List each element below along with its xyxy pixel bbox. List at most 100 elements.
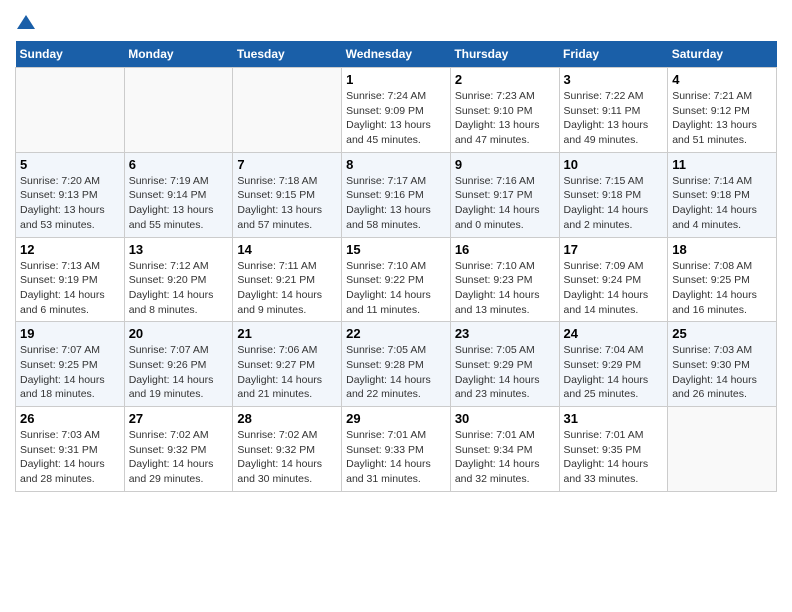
weekday-header-friday: Friday bbox=[559, 41, 668, 68]
day-number: 18 bbox=[672, 242, 772, 257]
day-info: Sunrise: 7:12 AMSunset: 9:20 PMDaylight:… bbox=[129, 259, 229, 318]
day-number: 1 bbox=[346, 72, 446, 87]
day-number: 9 bbox=[455, 157, 555, 172]
weekday-header-tuesday: Tuesday bbox=[233, 41, 342, 68]
calendar-cell: 1Sunrise: 7:24 AMSunset: 9:09 PMDaylight… bbox=[342, 68, 451, 153]
calendar-cell bbox=[668, 407, 777, 492]
calendar-week-row: 1Sunrise: 7:24 AMSunset: 9:09 PMDaylight… bbox=[16, 68, 777, 153]
day-number: 28 bbox=[237, 411, 337, 426]
day-number: 10 bbox=[564, 157, 664, 172]
day-info: Sunrise: 7:19 AMSunset: 9:14 PMDaylight:… bbox=[129, 174, 229, 233]
day-info: Sunrise: 7:01 AMSunset: 9:33 PMDaylight:… bbox=[346, 428, 446, 487]
day-number: 29 bbox=[346, 411, 446, 426]
calendar-cell: 4Sunrise: 7:21 AMSunset: 9:12 PMDaylight… bbox=[668, 68, 777, 153]
calendar-cell: 22 Sunrise: 7:05 AMSunset: 9:28 PMDayligh… bbox=[342, 322, 451, 407]
day-number: 6 bbox=[129, 157, 229, 172]
calendar-cell: 7 Sunrise: 7:18 AMSunset: 9:15 PMDaylight… bbox=[233, 152, 342, 237]
calendar-cell: 6 Sunrise: 7:19 AMSunset: 9:14 PMDaylight… bbox=[124, 152, 233, 237]
calendar-cell: 23Sunrise: 7:05 AMSunset: 9:29 PMDayligh… bbox=[450, 322, 559, 407]
logo-icon bbox=[17, 13, 35, 31]
day-number: 22 bbox=[346, 326, 446, 341]
page-header bbox=[15, 15, 777, 31]
calendar-week-row: 19 Sunrise: 7:07 AMSunset: 9:25 PMDayligh… bbox=[16, 322, 777, 407]
day-info: Sunrise: 7:17 AMSunset: 9:16 PMDaylight:… bbox=[346, 174, 446, 233]
calendar-cell: 11 Sunrise: 7:14 AMSunset: 9:18 PMDayligh… bbox=[668, 152, 777, 237]
calendar-table: SundayMondayTuesdayWednesdayThursdayFrid… bbox=[15, 41, 777, 492]
calendar-cell: 18 Sunrise: 7:08 AMSunset: 9:25 PMDayligh… bbox=[668, 237, 777, 322]
day-number: 8 bbox=[346, 157, 446, 172]
calendar-cell: 26 Sunrise: 7:03 AMSunset: 9:31 PMDayligh… bbox=[16, 407, 125, 492]
calendar-cell: 9 Sunrise: 7:16 AMSunset: 9:17 PMDaylight… bbox=[450, 152, 559, 237]
day-info: Sunrise: 7:14 AMSunset: 9:18 PMDaylight:… bbox=[672, 174, 772, 233]
day-info: Sunrise: 7:02 AMSunset: 9:32 PMDaylight:… bbox=[237, 428, 337, 487]
day-number: 27 bbox=[129, 411, 229, 426]
day-number: 23 bbox=[455, 326, 555, 341]
day-number: 19 bbox=[20, 326, 120, 341]
calendar-cell bbox=[124, 68, 233, 153]
day-info: Sunrise: 7:07 AMSunset: 9:26 PMDaylight:… bbox=[129, 343, 229, 402]
day-number: 25 bbox=[672, 326, 772, 341]
day-info: Sunrise: 7:06 AMSunset: 9:27 PMDaylight:… bbox=[237, 343, 337, 402]
day-number: 14 bbox=[237, 242, 337, 257]
weekday-header-monday: Monday bbox=[124, 41, 233, 68]
calendar-cell: 14 Sunrise: 7:11 AMSunset: 9:21 PMDayligh… bbox=[233, 237, 342, 322]
calendar-cell: 24 Sunrise: 7:04 AMSunset: 9:29 PMDayligh… bbox=[559, 322, 668, 407]
day-number: 11 bbox=[672, 157, 772, 172]
weekday-header-row: SundayMondayTuesdayWednesdayThursdayFrid… bbox=[16, 41, 777, 68]
day-info: Sunrise: 7:01 AMSunset: 9:34 PMDaylight:… bbox=[455, 428, 555, 487]
day-number: 12 bbox=[20, 242, 120, 257]
weekday-header-saturday: Saturday bbox=[668, 41, 777, 68]
calendar-cell bbox=[233, 68, 342, 153]
calendar-cell: 27 Sunrise: 7:02 AMSunset: 9:32 PMDayligh… bbox=[124, 407, 233, 492]
weekday-header-sunday: Sunday bbox=[16, 41, 125, 68]
logo bbox=[15, 15, 35, 31]
calendar-cell: 16 Sunrise: 7:10 AMSunset: 9:23 PMDayligh… bbox=[450, 237, 559, 322]
calendar-cell: 12 Sunrise: 7:13 AMSunset: 9:19 PMDayligh… bbox=[16, 237, 125, 322]
day-info: Sunrise: 7:01 AMSunset: 9:35 PMDaylight:… bbox=[564, 428, 664, 487]
day-info: Sunrise: 7:10 AMSunset: 9:22 PMDaylight:… bbox=[346, 259, 446, 318]
day-number: 13 bbox=[129, 242, 229, 257]
day-info: Sunrise: 7:11 AMSunset: 9:21 PMDaylight:… bbox=[237, 259, 337, 318]
day-info: Sunrise: 7:03 AMSunset: 9:30 PMDaylight:… bbox=[672, 343, 772, 402]
calendar-cell: 3 Sunrise: 7:22 AMSunset: 9:11 PMDaylight… bbox=[559, 68, 668, 153]
day-number: 21 bbox=[237, 326, 337, 341]
day-info: Sunrise: 7:03 AMSunset: 9:31 PMDaylight:… bbox=[20, 428, 120, 487]
day-number: 31 bbox=[564, 411, 664, 426]
calendar-cell: 25 Sunrise: 7:03 AMSunset: 9:30 PMDayligh… bbox=[668, 322, 777, 407]
day-info: Sunrise: 7:22 AMSunset: 9:11 PMDaylight:… bbox=[564, 89, 664, 148]
calendar-cell: 15 Sunrise: 7:10 AMSunset: 9:22 PMDayligh… bbox=[342, 237, 451, 322]
day-info: Sunrise: 7:13 AMSunset: 9:19 PMDaylight:… bbox=[20, 259, 120, 318]
day-info: Sunrise: 7:08 AMSunset: 9:25 PMDaylight:… bbox=[672, 259, 772, 318]
day-number: 3 bbox=[564, 72, 664, 87]
calendar-week-row: 5Sunrise: 7:20 AMSunset: 9:13 PMDaylight… bbox=[16, 152, 777, 237]
calendar-week-row: 26 Sunrise: 7:03 AMSunset: 9:31 PMDayligh… bbox=[16, 407, 777, 492]
day-number: 7 bbox=[237, 157, 337, 172]
day-info: Sunrise: 7:23 AMSunset: 9:10 PMDaylight:… bbox=[455, 89, 555, 148]
day-number: 16 bbox=[455, 242, 555, 257]
calendar-cell: 31 Sunrise: 7:01 AMSunset: 9:35 PMDayligh… bbox=[559, 407, 668, 492]
weekday-header-thursday: Thursday bbox=[450, 41, 559, 68]
calendar-cell: 21 Sunrise: 7:06 AMSunset: 9:27 PMDayligh… bbox=[233, 322, 342, 407]
day-info: Sunrise: 7:18 AMSunset: 9:15 PMDaylight:… bbox=[237, 174, 337, 233]
day-info: Sunrise: 7:05 AMSunset: 9:28 PMDaylight:… bbox=[346, 343, 446, 402]
day-info: Sunrise: 7:07 AMSunset: 9:25 PMDaylight:… bbox=[20, 343, 120, 402]
day-number: 24 bbox=[564, 326, 664, 341]
day-info: Sunrise: 7:02 AMSunset: 9:32 PMDaylight:… bbox=[129, 428, 229, 487]
day-number: 5 bbox=[20, 157, 120, 172]
weekday-header-wednesday: Wednesday bbox=[342, 41, 451, 68]
calendar-week-row: 12 Sunrise: 7:13 AMSunset: 9:19 PMDayligh… bbox=[16, 237, 777, 322]
day-info: Sunrise: 7:16 AMSunset: 9:17 PMDaylight:… bbox=[455, 174, 555, 233]
day-info: Sunrise: 7:09 AMSunset: 9:24 PMDaylight:… bbox=[564, 259, 664, 318]
calendar-cell: 5Sunrise: 7:20 AMSunset: 9:13 PMDaylight… bbox=[16, 152, 125, 237]
day-number: 26 bbox=[20, 411, 120, 426]
calendar-cell: 13 Sunrise: 7:12 AMSunset: 9:20 PMDayligh… bbox=[124, 237, 233, 322]
day-number: 17 bbox=[564, 242, 664, 257]
calendar-cell: 2Sunrise: 7:23 AMSunset: 9:10 PMDaylight… bbox=[450, 68, 559, 153]
day-number: 15 bbox=[346, 242, 446, 257]
calendar-cell: 20Sunrise: 7:07 AMSunset: 9:26 PMDayligh… bbox=[124, 322, 233, 407]
calendar-cell: 28 Sunrise: 7:02 AMSunset: 9:32 PMDayligh… bbox=[233, 407, 342, 492]
calendar-cell: 17 Sunrise: 7:09 AMSunset: 9:24 PMDayligh… bbox=[559, 237, 668, 322]
day-info: Sunrise: 7:04 AMSunset: 9:29 PMDaylight:… bbox=[564, 343, 664, 402]
calendar-cell: 29 Sunrise: 7:01 AMSunset: 9:33 PMDayligh… bbox=[342, 407, 451, 492]
day-info: Sunrise: 7:10 AMSunset: 9:23 PMDaylight:… bbox=[455, 259, 555, 318]
